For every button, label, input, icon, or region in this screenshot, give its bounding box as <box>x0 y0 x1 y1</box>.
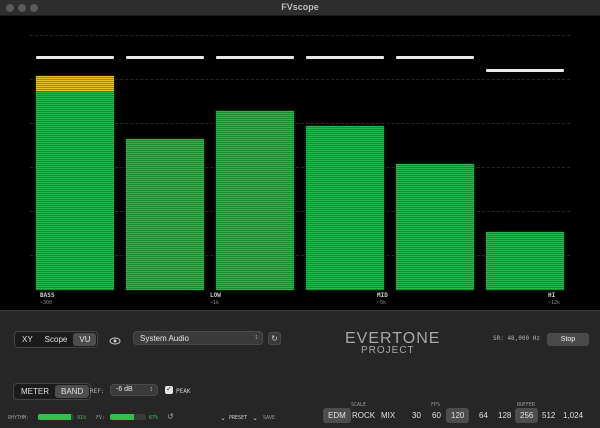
band-label: MID <box>377 292 388 299</box>
rhythm-meter-fill <box>38 414 71 420</box>
view-mode-selector: XY Scope VU <box>14 331 99 348</box>
band-label: LOW <box>210 292 221 299</box>
band-bar-clip <box>36 75 114 91</box>
view-mode-xy[interactable]: XY <box>16 333 39 346</box>
fps-60[interactable]: 60 <box>427 408 446 423</box>
stop-button[interactable]: Stop <box>547 333 589 346</box>
display-mode-band[interactable]: BAND <box>55 385 90 398</box>
chevron-down-icon: ⌄ <box>220 415 226 422</box>
band-bar <box>126 138 204 290</box>
band-frequency: ~5k <box>377 300 387 306</box>
buffer-128[interactable]: 128 <box>493 408 516 423</box>
fps-120[interactable]: 120 <box>446 408 470 423</box>
rhythm-label: RHYTHM: <box>8 415 30 421</box>
scale-mix[interactable]: MIX <box>376 408 400 423</box>
rhythm-percent: 91% <box>77 415 87 421</box>
save-button[interactable]: SAVE <box>263 415 275 421</box>
peak-indicator <box>36 55 114 59</box>
buffer-64[interactable]: 64 <box>474 408 493 423</box>
fv-percent: 67% <box>149 415 159 421</box>
band-frequency: ~12k <box>548 300 561 306</box>
title-bar: FVscope <box>0 0 600 16</box>
buffer-256[interactable]: 256 <box>515 408 539 423</box>
grid-line <box>30 35 570 36</box>
band-frequency: ~300 <box>40 300 53 306</box>
display-mode-selector: METER BAND <box>13 383 92 400</box>
band-frequency: ~1k <box>210 300 220 306</box>
fv-meter <box>110 414 146 420</box>
peak-indicator <box>126 55 204 59</box>
band-bar <box>396 164 474 290</box>
logo-line2: PROJECT <box>361 345 415 356</box>
view-mode-vu[interactable]: VU <box>73 333 97 346</box>
band-label: HI <box>548 292 556 299</box>
peak-indicator <box>306 55 384 59</box>
ref-value: -6 dB <box>116 386 133 393</box>
audio-source-value: System Audio <box>140 334 189 343</box>
window-title: FVscope <box>281 2 319 12</box>
reset-icon[interactable]: ↺ <box>167 412 174 421</box>
fv-meter-fill <box>110 414 135 420</box>
sample-rate: SR: 48,000 Hz <box>493 335 540 342</box>
band-bar <box>36 75 114 290</box>
peak-indicator <box>486 68 564 72</box>
ref-label: REF: <box>90 388 105 395</box>
ref-select[interactable]: -6 dB ↕ <box>110 384 158 396</box>
eye-icon[interactable] <box>109 333 121 345</box>
rhythm-meter <box>38 414 74 420</box>
updown-arrows-icon: ↕ <box>149 386 154 393</box>
band-bar <box>306 126 384 290</box>
vu-meter-display: BASS ~300 LOW ~1k MID ~5k HI ~12k <box>0 17 600 310</box>
fv-label: FV: <box>96 415 106 421</box>
band-bar <box>216 111 294 290</box>
buffer-1024[interactable]: 1,024 <box>558 408 588 423</box>
chevron-down-icon: ⌄ <box>252 415 258 422</box>
band-label: BASS <box>40 292 55 299</box>
fps-30[interactable]: 30 <box>407 408 426 423</box>
preset-dropdown[interactable]: PRESET <box>229 415 247 421</box>
display-mode-meter[interactable]: METER <box>15 385 55 398</box>
peak-indicator <box>396 55 474 59</box>
peak-label: PEAK <box>176 388 191 395</box>
view-mode-scope[interactable]: Scope <box>39 333 74 346</box>
refresh-icon[interactable]: ↻ <box>268 332 281 345</box>
updown-arrows-icon: ↕ <box>254 334 259 341</box>
peak-checkbox[interactable]: ✓ <box>165 386 173 394</box>
audio-source-select[interactable]: System Audio ↕ <box>133 331 263 345</box>
peak-indicator <box>216 55 294 59</box>
band-bar <box>486 232 564 290</box>
buffer-512[interactable]: 512 <box>537 408 560 423</box>
